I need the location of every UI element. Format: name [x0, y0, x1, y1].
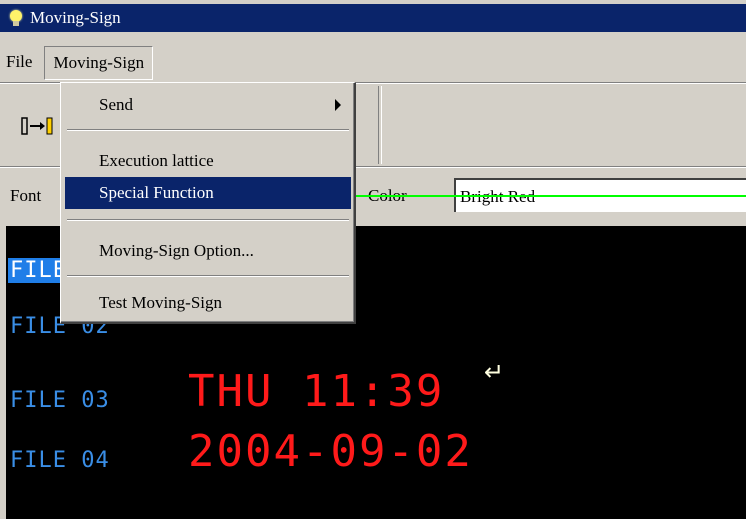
- menu-item-execution-lattice-label: Execution lattice: [99, 151, 214, 170]
- menu-separator: [67, 275, 349, 277]
- led-line-time: THU 11:39: [188, 366, 445, 417]
- menu-item-test-label: Test Moving-Sign: [99, 293, 223, 312]
- toolbar-divider: [378, 86, 382, 164]
- file-label-3[interactable]: FILE 03: [10, 388, 110, 413]
- menu-item-special-function[interactable]: Special Function: [65, 177, 351, 209]
- menu-item-option[interactable]: Moving-Sign Option...: [65, 235, 351, 267]
- menu-item-option-label: Moving-Sign Option...: [99, 241, 254, 260]
- green-line: [326, 195, 746, 197]
- connect-icon[interactable]: [18, 108, 58, 144]
- app-window: Moving-Sign File Moving-Sign Font Color …: [0, 0, 746, 519]
- menu-separator: [67, 129, 349, 131]
- submenu-arrow-icon: [335, 99, 341, 111]
- led-line-date: 2004-09-02: [188, 426, 473, 477]
- moving-sign-dropdown: Send Execution lattice Special Function …: [60, 82, 356, 324]
- window-title: Moving-Sign: [30, 8, 121, 27]
- menu-bar: File Moving-Sign: [0, 44, 746, 84]
- menu-item-send[interactable]: Send: [65, 89, 351, 121]
- lightbulb-icon: [0, 4, 30, 32]
- menu-file[interactable]: File: [0, 46, 38, 78]
- enter-icon: ↵: [484, 358, 505, 386]
- menu-moving-sign[interactable]: Moving-Sign: [44, 46, 154, 80]
- menu-item-execution-lattice[interactable]: Execution lattice: [65, 145, 351, 177]
- menu-item-test[interactable]: Test Moving-Sign: [65, 287, 351, 319]
- font-label: Font: [10, 186, 42, 205]
- menu-item-special-function-label: Special Function: [99, 183, 214, 202]
- title-bar[interactable]: Moving-Sign: [0, 4, 746, 32]
- file-label-4[interactable]: FILE 04: [10, 448, 110, 473]
- menu-item-send-label: Send: [99, 95, 133, 114]
- menu-separator: [67, 219, 349, 221]
